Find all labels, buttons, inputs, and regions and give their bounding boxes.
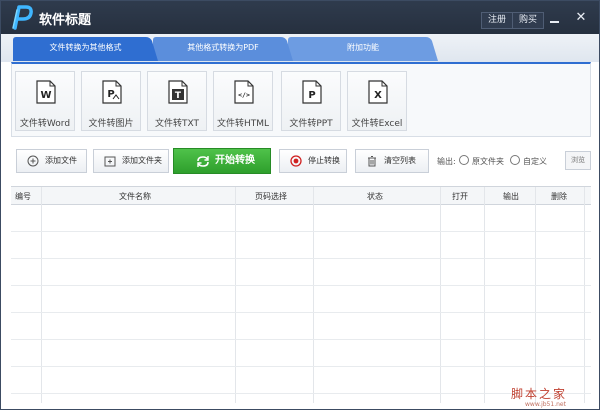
svg-text:X: X <box>374 90 382 101</box>
txt-doc-icon: T <box>168 80 188 104</box>
ppt-doc-icon: P <box>302 80 322 104</box>
svg-text:W: W <box>40 90 51 101</box>
add-folder-button[interactable]: 添加文件夹 <box>93 149 169 173</box>
tool-to-excel[interactable]: X 文件转Excel <box>347 71 407 131</box>
watermark-url: www.jb51.net <box>525 401 566 408</box>
stop-convert-button[interactable]: 停止转换 <box>279 149 347 173</box>
output-custom-radio[interactable] <box>510 155 520 165</box>
table-header: 编号 文件名称 页码选择 状态 打开 输出 删除 <box>11 187 591 205</box>
tab-label: 其他格式转换为PDF <box>187 43 259 52</box>
output-original-label: 原文件夹 <box>472 157 504 166</box>
column-header-delete: 删除 <box>551 192 567 201</box>
tool-label: 文件转PPT <box>289 119 333 129</box>
column-header-output: 输出 <box>503 192 519 201</box>
app-window: 软件标题 注册 购买 ✕ 附加功能 其他格式转换为PDF 文件转换为其他格式 W… <box>0 0 600 410</box>
trash-icon <box>368 156 376 167</box>
image-doc-icon: P <box>102 80 122 104</box>
tool-label: 文件转HTML <box>216 119 270 129</box>
tool-to-word[interactable]: W 文件转Word <box>15 71 75 131</box>
stop-convert-label: 停止转换 <box>308 156 340 165</box>
word-doc-icon: W <box>36 80 56 104</box>
output-custom-label: 自定义 <box>523 157 547 166</box>
format-toolbar: W 文件转Word P 文件转图片 T 文件转TXT </> 文件转HTML P… <box>11 62 591 137</box>
app-logo-icon <box>12 5 33 30</box>
clear-list-label: 清空列表 <box>384 156 416 165</box>
title-bar[interactable]: 软件标题 注册 购买 ✕ <box>1 1 599 34</box>
column-header-index: 编号 <box>15 192 31 201</box>
excel-doc-icon: X <box>368 80 388 104</box>
buy-button[interactable]: 购买 <box>512 12 545 29</box>
tab-to-pdf[interactable]: 其他格式转换为PDF <box>153 37 293 61</box>
tool-label: 文件转TXT <box>154 119 199 129</box>
column-header-filename: 文件名称 <box>119 192 151 201</box>
column-header-pages: 页码选择 <box>255 192 287 201</box>
start-convert-label: 开始转换 <box>215 155 255 166</box>
plus-circle-icon <box>27 155 39 167</box>
file-table: 编号 文件名称 页码选择 状态 打开 输出 删除 <box>11 186 591 403</box>
folder-plus-icon <box>104 156 116 167</box>
add-folder-label: 添加文件夹 <box>122 156 162 165</box>
column-header-open: 打开 <box>452 192 468 201</box>
svg-text:P: P <box>308 90 315 101</box>
start-convert-button[interactable]: 开始转换 <box>173 148 271 174</box>
refresh-icon <box>197 156 209 167</box>
clear-list-button[interactable]: 清空列表 <box>355 149 429 173</box>
html-doc-icon: </> <box>234 80 254 104</box>
tab-bar: 附加功能 其他格式转换为PDF 文件转换为其他格式 <box>1 34 599 62</box>
svg-text:T: T <box>175 91 182 101</box>
add-file-button[interactable]: 添加文件 <box>16 149 87 173</box>
tool-label: 文件转Word <box>19 119 71 129</box>
tool-label: 文件转图片 <box>88 119 134 129</box>
tool-label: 文件转Excel <box>351 119 403 129</box>
tool-to-txt[interactable]: T 文件转TXT <box>147 71 207 131</box>
tab-file-to-other[interactable]: 文件转换为其他格式 <box>13 37 158 61</box>
output-label: 输出: <box>437 157 456 166</box>
add-file-label: 添加文件 <box>45 156 77 165</box>
register-button[interactable]: 注册 <box>481 12 514 29</box>
tab-extra-functions[interactable]: 附加功能 <box>288 37 438 61</box>
minimize-icon[interactable] <box>548 9 562 27</box>
action-bar: 添加文件 添加文件夹 开始转换 停止转换 清空列表 输出: 原文件夹 自定义 浏… <box>11 147 591 175</box>
app-title: 软件标题 <box>39 13 92 28</box>
svg-text:</>: </> <box>238 91 250 99</box>
stop-record-icon <box>290 155 302 167</box>
column-header-status: 状态 <box>367 192 383 201</box>
watermark-text: 脚本之家 <box>511 387 568 401</box>
tool-to-html[interactable]: </> 文件转HTML <box>213 71 273 131</box>
tool-to-image[interactable]: P 文件转图片 <box>81 71 141 131</box>
browse-button[interactable]: 浏览 <box>565 151 591 170</box>
tab-label: 附加功能 <box>347 43 379 52</box>
tab-label: 文件转换为其他格式 <box>49 43 122 52</box>
tool-to-ppt[interactable]: P 文件转PPT <box>281 71 341 131</box>
output-original-radio[interactable] <box>459 155 469 165</box>
close-icon[interactable]: ✕ <box>573 9 589 27</box>
